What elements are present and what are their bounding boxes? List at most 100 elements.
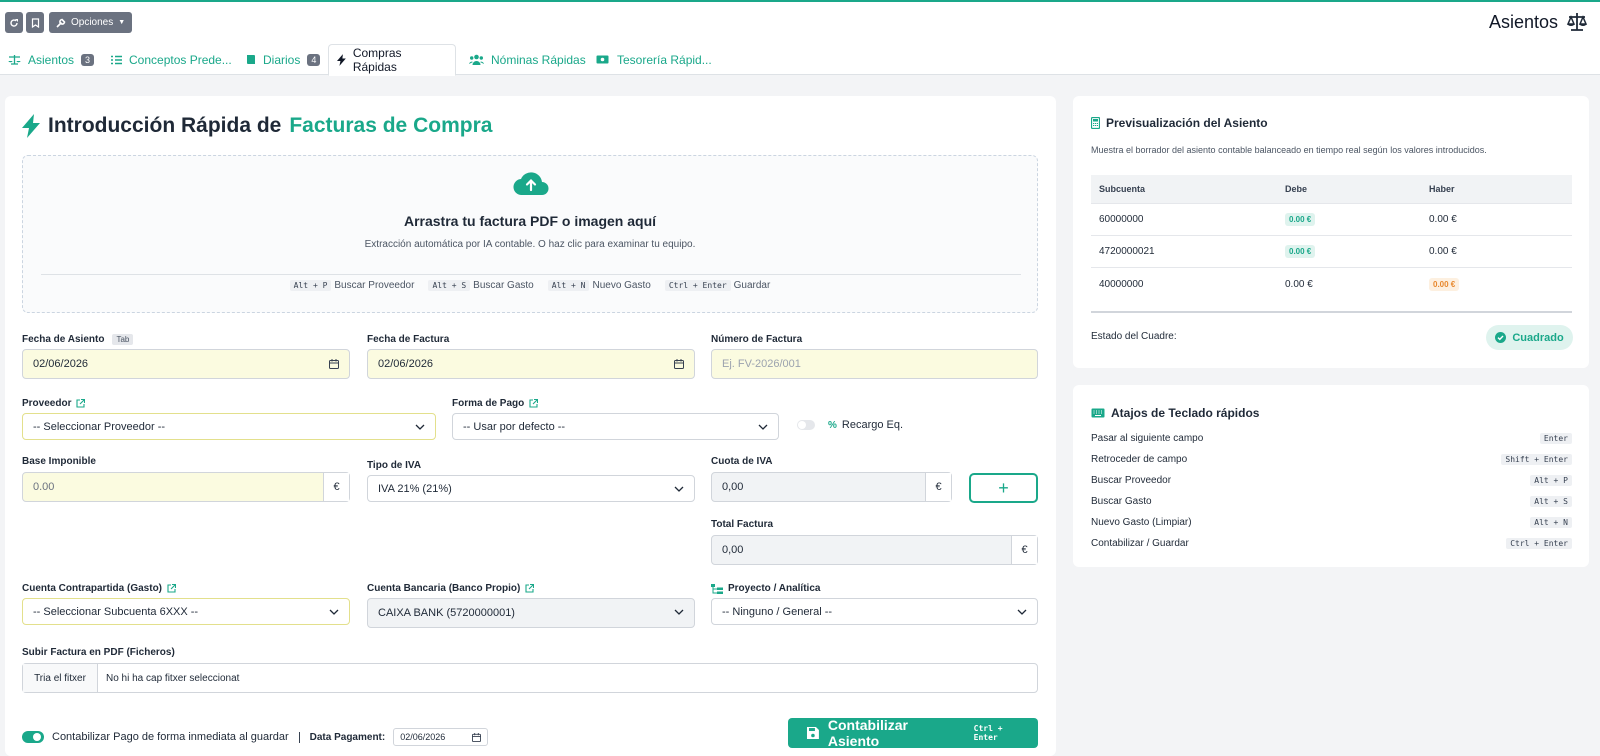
recargo-label: % Recargo Eq. <box>828 419 904 431</box>
proveedor-label: Proveedor <box>22 398 86 409</box>
shortcuts-title: Atajos de Teclado rápidos <box>1091 406 1259 420</box>
scale-icon <box>8 55 21 65</box>
shortcut-hint: Alt + P Buscar Proveedor <box>289 280 414 291</box>
recargo-toggle[interactable] <box>797 420 815 430</box>
subir-label: Subir Factura en PDF (Ficheros) <box>22 647 175 658</box>
post-entry-button[interactable]: Contabilizar Asiento Ctrl + Enter <box>788 717 1038 749</box>
chevron-down-icon <box>758 424 768 430</box>
base-label: Base Imponible <box>22 456 96 467</box>
tab-tesoreria[interactable]: Tesorería Rápid... <box>588 44 720 75</box>
numero-factura-label: Número de Factura <box>711 334 803 345</box>
tab-conceptos[interactable]: Conceptos Prede... <box>103 44 240 75</box>
tab-diarios[interactable]: Diarios 4 <box>238 44 328 75</box>
tab-label: Nóminas Rápidas <box>491 52 586 67</box>
cuota-iva-input[interactable]: 0,00 € <box>711 472 952 502</box>
table-row: 4720000021 0.00 € 0.00 € <box>1091 236 1572 268</box>
external-link-icon[interactable] <box>167 584 177 593</box>
currency-addon: € <box>925 473 951 501</box>
external-link-icon[interactable] <box>525 584 535 593</box>
sitemap-icon <box>711 583 723 594</box>
tab-label: Asientos <box>28 52 75 67</box>
data-pagament-label: Data Pagament: <box>309 731 386 743</box>
table-row: 60000000 0.00 € 0.00 € <box>1091 204 1572 236</box>
base-input[interactable]: 0.00 € <box>22 472 350 502</box>
bookmark-button[interactable] <box>26 12 44 33</box>
fecha-factura-input[interactable]: 02/06/2026 <box>367 349 695 379</box>
tipo-iva-label: Tipo de IVA <box>367 460 422 471</box>
shortcut-row: Nuevo Gasto (Limpiar) Alt + N <box>1091 517 1572 528</box>
table-header: Subcuenta Debe Haber <box>1091 175 1572 204</box>
pago-toggle[interactable] <box>22 731 44 743</box>
debe-badge: 0.00 € <box>1285 213 1316 226</box>
bancaria-select[interactable]: CAIXA BANK (5720000001) <box>367 598 695 628</box>
balance-scale-icon <box>1566 13 1588 31</box>
cuota-iva-label: Cuota de IVA <box>711 456 773 467</box>
proveedor-select[interactable]: -- Seleccionar Proveedor -- <box>22 413 436 440</box>
calendar-icon <box>674 359 684 369</box>
tab-key-hint: Tab <box>112 334 134 345</box>
list-icon <box>111 55 122 64</box>
wrench-icon <box>56 18 66 28</box>
contrapartida-select[interactable]: -- Seleccionar Subcuenta 6XXX -- <box>22 598 350 625</box>
shortcut-row: Buscar Proveedor Alt + P <box>1091 475 1572 486</box>
tipo-iva-select[interactable]: IVA 21% (21%) <box>367 475 695 502</box>
file-input[interactable]: Tria el fitxer No hi ha cap fitxer selec… <box>22 663 1038 693</box>
users-icon <box>469 54 484 65</box>
file-status: No hi ha cap fitxer seleccionat <box>106 672 240 684</box>
currency-addon: € <box>323 473 349 501</box>
contrapartida-label: Cuenta Contrapartida (Gasto) <box>22 583 177 594</box>
fecha-asiento-input[interactable]: 02/06/2026 <box>22 349 350 379</box>
chevron-down-icon <box>415 424 425 430</box>
status-badge: Cuadrado <box>1486 325 1573 350</box>
form-title: Introducción Rápida de Facturas de Compr… <box>22 114 492 138</box>
proyecto-select[interactable]: -- Ninguno / General -- <box>711 598 1038 625</box>
currency-addon: € <box>1011 536 1037 564</box>
external-link-icon[interactable] <box>529 399 539 408</box>
page-title: Asientos <box>1488 12 1558 32</box>
external-link-icon[interactable] <box>76 399 86 408</box>
choose-file-button[interactable]: Tria el fitxer <box>23 664 98 692</box>
data-pagament-input[interactable]: 02/06/2026 <box>393 728 489 746</box>
count-badge: 3 <box>81 53 95 66</box>
dropzone-shortcuts: Alt + P Buscar Proveedor Alt + S Buscar Ga… <box>23 280 1037 291</box>
numero-factura-input[interactable]: Ej. FV-2026/001 <box>711 349 1038 379</box>
refresh-button[interactable] <box>5 12 23 33</box>
calculator-icon <box>1091 117 1100 129</box>
shortcut-hint: Alt + N Nuevo Gasto <box>547 280 651 291</box>
tab-asientos[interactable]: Asientos 3 <box>0 44 102 75</box>
options-dropdown[interactable]: Opciones ▼ <box>49 12 133 33</box>
bolt-icon <box>337 54 346 66</box>
shortcut-row: Contabilizar / Guardar Ctrl + Enter <box>1091 538 1572 549</box>
tab-label: Tesorería Rápid... <box>617 52 712 67</box>
book-icon <box>247 55 255 64</box>
divider <box>41 274 1021 275</box>
calendar-icon <box>472 733 482 742</box>
preview-table: Subcuenta Debe Haber 60000000 0.00 € 0.00 … <box>1091 175 1572 300</box>
refresh-icon <box>10 18 18 27</box>
preview-title: Previsualización del Asiento <box>1091 116 1268 130</box>
table-footer-divider <box>1091 311 1572 313</box>
calendar-icon <box>329 359 339 369</box>
top-bar: Opciones ▼ Asientos <box>0 2 1600 44</box>
table-row: 40000000 0.00 € 0.00 € <box>1091 268 1572 300</box>
chevron-down-icon <box>674 609 684 615</box>
pago-label: Contabilizar Pago de forma inmediata al … <box>52 731 289 743</box>
fecha-factura-label: Fecha de Factura <box>367 334 450 345</box>
count-badge: 4 <box>307 53 321 66</box>
tab-nominas[interactable]: Nóminas Rápidas <box>461 44 594 75</box>
forma-pago-select[interactable]: -- Usar por defecto -- <box>452 413 779 440</box>
percent-icon: % <box>828 419 837 431</box>
cloud-upload-icon <box>513 172 549 196</box>
shortcut-row: Pasar al siguiente campo Enter <box>1091 433 1572 444</box>
dropzone-title: Arrastra tu factura PDF o imagen aquí <box>403 213 657 229</box>
shortcut-row: Retroceder de campo Shift + Enter <box>1091 454 1572 465</box>
haber-badge: 0.00 € <box>1429 277 1460 291</box>
tab-bar: Asientos 3 Conceptos Prede... Diarios 4 … <box>0 44 1600 76</box>
tab-compras-rapidas[interactable]: Compras Rápidas <box>328 44 456 76</box>
add-line-button[interactable]: + <box>969 473 1038 503</box>
pdf-dropzone[interactable]: Arrastra tu factura PDF o imagen aquí Ex… <box>22 155 1038 313</box>
shortcut-row: Buscar Gasto Alt + S <box>1091 496 1572 507</box>
caret-down-icon: ▼ <box>118 19 126 26</box>
check-circle-icon <box>1495 332 1507 343</box>
chevron-down-icon <box>329 609 339 615</box>
